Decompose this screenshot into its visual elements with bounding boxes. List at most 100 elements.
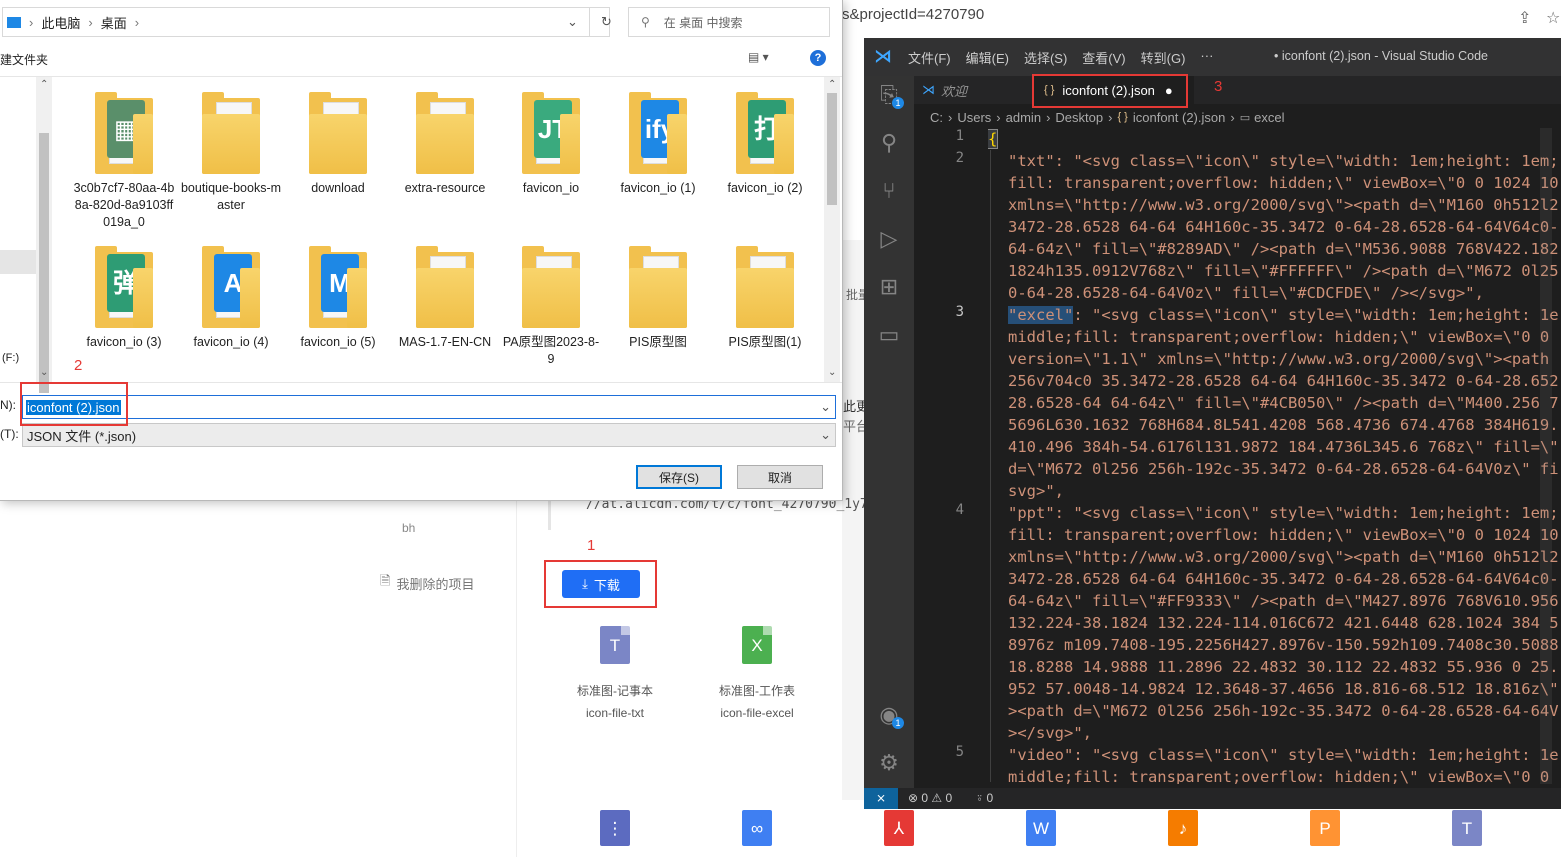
problems-status[interactable]: ⊗ 0 ⚠ 0: [908, 791, 952, 805]
folder-name: 3c0b7cf7-80aa-4b8a-820d-8a9103ff019a_0: [73, 181, 175, 229]
audio-file-icon[interactable]: ♪: [1168, 810, 1198, 846]
view-options-icon[interactable]: ▤ ▾: [748, 50, 769, 64]
new-folder-button[interactable]: 建文件夹: [0, 51, 48, 68]
code-editor[interactable]: {"txt": "<svg class=\"icon\" style=\"wid…: [988, 128, 1561, 784]
json-value: middle;fill: transparent;overflow: hidde…: [1008, 328, 1550, 346]
crumb-file[interactable]: iconfont (2).json: [1133, 110, 1226, 125]
json-value: xmlns=\"http://www.w3.org/2000/svg\"><pa…: [1008, 548, 1559, 566]
source-control-icon[interactable]: ⑂: [876, 178, 902, 204]
remote-explorer-icon[interactable]: ▭: [876, 322, 902, 348]
code-line: ></svg>",: [988, 722, 1561, 744]
folder-item[interactable]: JT favicon_io: [500, 92, 602, 197]
settings-gear-icon[interactable]: ⚙: [876, 750, 902, 776]
scroll-down-icon[interactable]: ⌄: [40, 367, 48, 378]
file-card-txt[interactable]: T 标准图-记事本 icon-file-txt: [545, 626, 685, 724]
nav-scrollbar[interactable]: ⌃ ⌄: [36, 77, 52, 393]
folder-item[interactable]: PIS原型图: [607, 246, 709, 351]
share-icon[interactable]: ⇪: [1518, 8, 1531, 28]
code-line: svg>",: [988, 480, 1561, 502]
folder-icon: [522, 246, 580, 328]
link-file-icon[interactable]: ∞: [742, 810, 772, 846]
folder-item[interactable]: ▦ 3c0b7cf7-80aa-4b8a-820d-8a9103ff019a_0: [73, 92, 175, 231]
crumb-users[interactable]: Users: [957, 110, 991, 125]
bh-text: bh: [402, 521, 416, 535]
search-icon: ⚲: [641, 15, 650, 29]
json-value: 64-64z\" fill=\"#8289AD\" /><path d=\"M5…: [1008, 240, 1559, 258]
ppt-file-icon[interactable]: P: [1310, 810, 1340, 846]
ports-status[interactable]: ⍤ 0: [976, 791, 993, 806]
crumb-desktop[interactable]: Desktop: [1055, 110, 1103, 125]
nav-drive-f[interactable]: (F:): [2, 352, 19, 364]
cancel-button[interactable]: 取消: [737, 465, 823, 489]
scroll-down-icon[interactable]: ⌄: [828, 367, 836, 378]
tab-welcome[interactable]: ⋊ 欢迎: [922, 76, 1022, 104]
scroll-thumb[interactable]: [39, 133, 49, 393]
folder-item[interactable]: 弹 favicon_io (3): [73, 246, 175, 351]
save-as-dialog: › 此电脑 › 桌面 › ⌄ ↻ ⚲ 在 桌面 中搜索 建文件夹 ▤ ▾ ? ⌃…: [0, 0, 843, 501]
folder-item[interactable]: ify favicon_io (1): [607, 92, 709, 197]
folder-item[interactable]: 打 favicon_io (2): [714, 92, 816, 197]
remote-indicator-icon[interactable]: ⨯: [864, 788, 898, 809]
star-icon[interactable]: ☆: [1546, 8, 1560, 28]
menu-item[interactable]: ···: [1200, 48, 1213, 67]
editor-scrollbar[interactable]: [1540, 128, 1552, 784]
download-button[interactable]: ⤓ 下载: [562, 570, 640, 598]
scroll-up-icon[interactable]: ⌃: [828, 79, 836, 90]
code-line: 410.496 384h-54.6176l131.9872 184.4736L3…: [988, 436, 1561, 458]
save-button[interactable]: 保存(S): [636, 465, 722, 489]
nav-item-selected[interactable]: [0, 250, 36, 274]
deleted-projects-link[interactable]: 🗎 我删除的项目: [380, 572, 474, 594]
json-value: 0-64-28.6528-64-64V0z\" fill=\"#CDCFDE\"…: [1008, 284, 1484, 302]
folder-item[interactable]: PIS原型图(1): [714, 246, 816, 351]
search-icon[interactable]: ⚲: [876, 130, 902, 156]
code-line: 28.6528-64 64-64z\" fill=\"#4CB050\" /><…: [988, 392, 1561, 414]
folder-item[interactable]: extra-resource: [394, 92, 496, 197]
menu-item[interactable]: 选择(S): [1024, 48, 1067, 67]
filetype-select[interactable]: JSON 文件 (*.json) ⌄: [22, 423, 836, 447]
folder-item[interactable]: MAS-1.7-EN-CN: [394, 246, 496, 351]
menu-item[interactable]: 查看(V): [1082, 48, 1125, 67]
folder-item[interactable]: PA原型图2023-8-9: [500, 246, 602, 368]
breadcrumb-pc[interactable]: 此电脑: [41, 13, 80, 32]
line-number: 4: [955, 502, 964, 518]
code-line: xmlns=\"http://www.w3.org/2000/svg\"><pa…: [988, 194, 1561, 216]
crumb-symbol[interactable]: excel: [1254, 110, 1284, 125]
folder-item[interactable]: download: [287, 92, 389, 197]
scroll-thumb[interactable]: [827, 93, 837, 205]
help-icon[interactable]: ?: [810, 50, 826, 66]
breadcrumb-desktop[interactable]: 桌面: [101, 13, 127, 32]
crumb-admin[interactable]: admin: [1006, 110, 1041, 125]
crumb-drive[interactable]: C:: [930, 110, 943, 125]
separator-icon: ›: [134, 14, 140, 30]
code-line: 1824h135.0912V768z\" fill=\"#FFFFFF\" />…: [988, 260, 1561, 282]
folder-item[interactable]: Mfavicon_io (5): [287, 246, 389, 351]
address-bar[interactable]: › 此电脑 › 桌面 › ⌄ ↻: [2, 7, 612, 37]
file-card-excel[interactable]: X 标准图-工作表 icon-file-excel: [687, 626, 827, 724]
json-value: svg>",: [1008, 482, 1064, 500]
folder-name: PIS原型图(1): [728, 335, 802, 349]
menu-item[interactable]: 转到(G): [1141, 48, 1186, 67]
chevron-down-icon[interactable]: ⌄: [567, 14, 578, 30]
run-debug-icon[interactable]: ▷: [876, 226, 902, 252]
filename-input[interactable]: iconfont (2).json ⌄: [22, 395, 836, 419]
scroll-up-icon[interactable]: ⌃: [40, 79, 48, 90]
search-input[interactable]: ⚲ 在 桌面 中搜索: [628, 7, 830, 37]
folder-item[interactable]: Afavicon_io (4): [180, 246, 282, 351]
separator-icon: ›: [996, 109, 1001, 125]
txt-file-icon[interactable]: T: [1452, 810, 1482, 846]
json-value: xmlns=\"http://www.w3.org/2000/svg\"><pa…: [1008, 196, 1559, 214]
code-line: fill: transparent;overflow: hidden;\" vi…: [988, 524, 1561, 546]
pdf-file-icon[interactable]: ⅄: [884, 810, 914, 846]
menu-item[interactable]: 编辑(E): [966, 48, 1009, 67]
chevron-down-icon[interactable]: ⌄: [820, 427, 831, 443]
vscode-logo-icon: ⋊: [922, 82, 935, 97]
extensions-icon[interactable]: ⊞: [876, 274, 902, 300]
folder-item[interactable]: boutique-books-master: [180, 92, 282, 214]
zip-file-icon[interactable]: ⋮: [600, 810, 630, 846]
refresh-icon[interactable]: ↻: [601, 14, 612, 30]
word-file-icon[interactable]: W: [1026, 810, 1056, 846]
chevron-down-icon[interactable]: ⌄: [820, 399, 831, 415]
files-scrollbar[interactable]: ⌃ ⌄: [824, 77, 840, 382]
json-value: fill: transparent;overflow: hidden;\" vi…: [1008, 526, 1559, 544]
menu-item[interactable]: 文件(F): [908, 48, 951, 67]
